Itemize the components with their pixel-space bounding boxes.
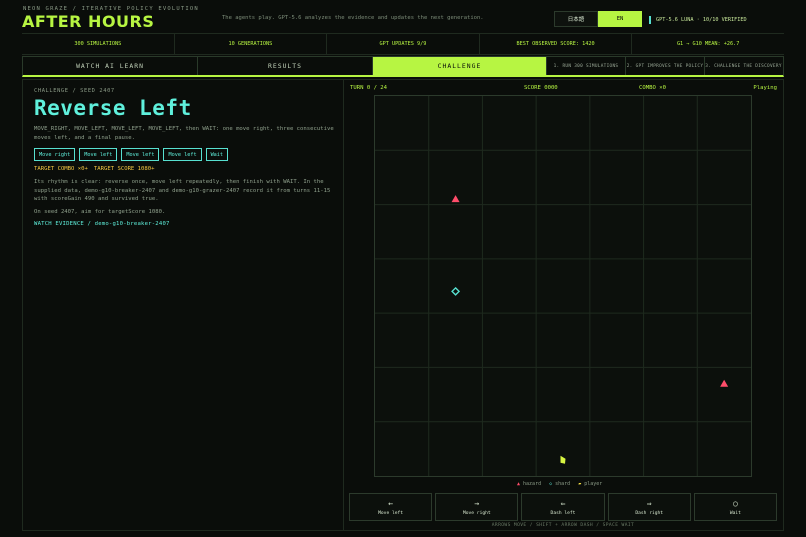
sequence-chip: Move left xyxy=(79,148,118,161)
game-status: Playing xyxy=(753,85,777,91)
circle-icon: ○ xyxy=(733,498,738,508)
legend-hazard-label: hazard xyxy=(523,481,542,487)
wait-button[interactable]: ○ Wait xyxy=(693,493,778,521)
panel-divider xyxy=(343,80,344,530)
game-hud: TURN 0 / 24 SCORE 0000 COMBO ×0 Playing xyxy=(350,85,777,93)
arrow-right-icon: → xyxy=(474,498,480,508)
legend-hazard: ▲ hazard xyxy=(517,481,541,487)
tab-challenge[interactable]: CHALLENGE xyxy=(373,57,547,75)
dash-right-button[interactable]: ⇒ Dash right xyxy=(607,493,691,521)
legend-player: ▰ player xyxy=(578,481,602,487)
legend-player-label: player xyxy=(584,481,603,487)
game-grid xyxy=(375,96,751,476)
turn-counter: TURN 0 / 24 xyxy=(350,85,388,91)
tab-watch-ai-learn[interactable]: WATCH AI LEARN xyxy=(23,57,198,75)
board-legend: ▲ hazard ◇ shard ▰ player xyxy=(517,481,602,487)
double-arrow-right-icon: ⇒ xyxy=(646,498,652,508)
legend-shard-label: shard xyxy=(555,481,571,487)
tagline: The agents play. GPT-5.6 analyzes the ev… xyxy=(222,15,484,21)
language-option-en[interactable]: EN xyxy=(598,11,642,27)
arrow-left-icon: ← xyxy=(388,498,394,508)
page-title: Reverse Left xyxy=(34,96,192,120)
hazard-marker xyxy=(720,379,729,387)
main-tabs: WATCH AI LEARN RESULTS CHALLENGE 1. RUN … xyxy=(22,56,784,77)
seed-goal: On seed 2407, aim for targetScore 1080. xyxy=(34,208,166,215)
challenge-brief: CHALLENGE / SEED 2407 Reverse Left MOVE_… xyxy=(34,88,334,227)
combo-display: COMBO ×0 xyxy=(639,85,666,91)
brand-title: AFTER HOURS xyxy=(22,12,155,31)
sequence-chip: Move left xyxy=(121,148,160,161)
stats-bar: 300 SIMULATIONS 10 GENERATIONS GPT UPDAT… xyxy=(22,33,784,55)
control-pad: ← Move left → Move right ⇐ Dash left ⇒ D… xyxy=(349,493,778,521)
score-display: SCORE 0000 xyxy=(524,85,558,91)
status-bar-icon xyxy=(649,16,651,24)
hazard-marker xyxy=(451,195,460,203)
stat-generations: 10 GENERATIONS xyxy=(175,34,328,54)
double-arrow-left-icon: ⇐ xyxy=(560,498,566,508)
watch-evidence-link[interactable]: WATCH EVIDENCE / demo-g10-breaker-2407 xyxy=(34,221,334,227)
model-status: GPT-5.6 LUNA · 10/10 VERIFIED xyxy=(649,16,747,24)
model-status-text: GPT-5.6 LUNA · 10/10 VERIFIED xyxy=(656,17,747,23)
step-run-simulations: 1. RUN 300 SIMULATIONS xyxy=(547,57,626,75)
player-icon: ▰ xyxy=(578,481,582,487)
shard-icon: ◇ xyxy=(549,481,553,487)
tab-results[interactable]: RESULTS xyxy=(198,57,373,75)
control-label: Dash left xyxy=(550,510,576,516)
dash-left-button[interactable]: ⇐ Dash left xyxy=(521,493,605,521)
language-option-ja[interactable]: 日本語 xyxy=(554,11,598,27)
app-header: NEON GRAZE / ITERATIVE POLICY EVOLUTION … xyxy=(0,0,806,32)
keyboard-hint: ARROWS MOVE / SHIFT + ARROW DASH / SPACE… xyxy=(491,523,635,528)
player-marker xyxy=(560,455,566,464)
target-combo: TARGET COMBO ×0+ xyxy=(34,166,88,172)
rhythm-explanation: Its rhythm is clear: reverse once, move … xyxy=(34,179,331,202)
legend-shard: ◇ shard xyxy=(549,481,570,487)
control-label: Move right xyxy=(462,510,491,516)
move-left-button[interactable]: ← Move left xyxy=(349,493,433,521)
stat-simulations: 300 SIMULATIONS xyxy=(22,34,175,54)
control-label: Wait xyxy=(729,510,741,516)
stat-gpt-updates: GPT UPDATES 9/9 xyxy=(327,34,480,54)
control-label: Dash right xyxy=(635,510,664,516)
sequence-chip: Wait xyxy=(205,148,229,161)
step-challenge-discovery: 3. CHALLENGE THE DISCOVERY xyxy=(705,63,782,69)
target-score: TARGET SCORE 1080+ xyxy=(93,166,155,172)
hazard-icon: ▲ xyxy=(517,481,521,487)
action-sequence: Move right Move left Move left Move left… xyxy=(34,148,334,161)
sequence-chip: Move left xyxy=(163,148,202,161)
game-board[interactable] xyxy=(374,95,752,477)
control-label: Move left xyxy=(378,510,404,516)
language-switcher: 日本語 EN xyxy=(554,11,642,27)
step-gpt-improves: 2. GPT IMPROVES THE POLICY xyxy=(626,57,705,75)
shard-marker xyxy=(451,286,461,296)
stat-best-score: BEST OBSERVED SCORE: 1420 xyxy=(480,34,633,54)
stat-mean-gain: G1 → G10 MEAN: +26.7 xyxy=(676,41,740,47)
targets: TARGET COMBO ×0+ TARGET SCORE 1080+ xyxy=(34,166,334,172)
sequence-chip: Move right xyxy=(34,148,76,161)
move-right-button[interactable]: → Move right xyxy=(435,493,519,521)
challenge-panel: CHALLENGE / SEED 2407 Reverse Left MOVE_… xyxy=(22,79,784,531)
breadcrumb: CHALLENGE / SEED 2407 xyxy=(34,88,115,94)
challenge-description: MOVE_RIGHT, MOVE_LEFT, MOVE_LEFT, MOVE_L… xyxy=(34,126,334,141)
